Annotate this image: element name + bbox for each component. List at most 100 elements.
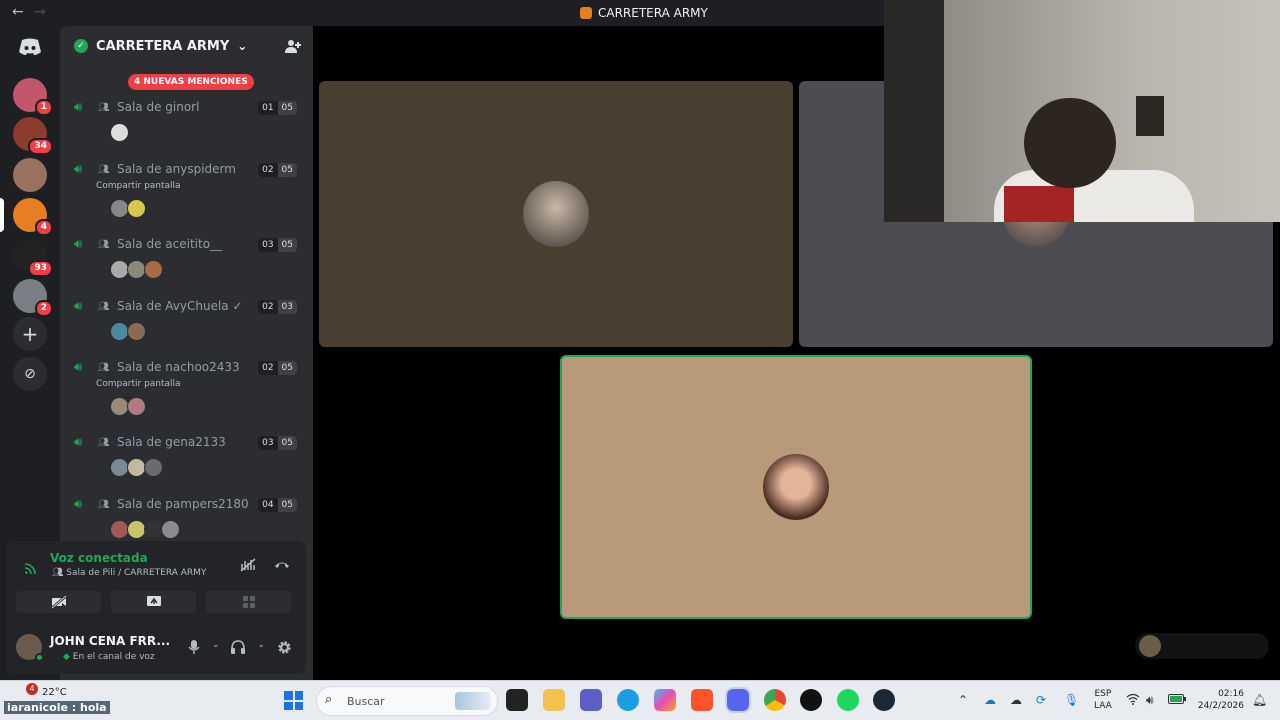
settings-gear-icon[interactable] xyxy=(277,640,292,659)
app-icon[interactable] xyxy=(800,689,822,711)
steam-icon[interactable] xyxy=(873,689,895,711)
avatar[interactable] xyxy=(144,458,163,477)
speaker-icon: 🔊︎ xyxy=(74,162,83,177)
forward-arrow-icon[interactable]: → xyxy=(34,4,46,20)
discord-window: ← → CARRETERA ARMY 1 34 4 93 2 + ⊘ ✓ CAR… xyxy=(0,0,1280,680)
server-icon-5[interactable]: 93 xyxy=(13,239,53,277)
voice-room[interactable]: 🔊︎ 👥︎ Sala de anyspiderm 02 05 Compartir … xyxy=(60,162,313,222)
room-capacity: 03 05 xyxy=(258,238,297,252)
voice-controls xyxy=(240,558,290,576)
activities-button[interactable] xyxy=(206,591,291,613)
search-highlight-image xyxy=(455,692,491,710)
discord-taskbar-icon[interactable] xyxy=(725,687,751,713)
room-count: 02 xyxy=(258,163,278,177)
back-arrow-icon[interactable]: ← xyxy=(12,4,24,20)
webcam-shadow xyxy=(884,0,944,222)
keyboard-language[interactable]: ESP LAA xyxy=(1094,688,1112,712)
server-badge: 1 xyxy=(34,99,53,116)
member-avatars xyxy=(110,260,163,279)
search-icon: ⌕ xyxy=(325,692,333,707)
headphones-icon[interactable] xyxy=(231,640,246,659)
headphones-options-chevron-icon[interactable]: ⌄ xyxy=(257,640,265,659)
avatar[interactable] xyxy=(110,123,129,142)
online-status-dot xyxy=(35,653,44,662)
room-capacity: 04 05 xyxy=(258,498,297,512)
voice-room[interactable]: 🔊︎ 👥︎ Sala de nachoo2433 02 05 Compartir … xyxy=(60,360,313,420)
server-icon-2[interactable]: 34 xyxy=(13,117,53,155)
voice-channel-path[interactable]: 👥︎ Sala de Pili / CARRETERA ARMY xyxy=(52,568,206,578)
voice-status: Voz conectada xyxy=(50,551,148,565)
selected-indicator xyxy=(0,198,4,232)
avatar[interactable] xyxy=(144,260,163,279)
disconnect-icon[interactable] xyxy=(274,558,290,576)
weather-temperature[interactable]: 22°C xyxy=(42,687,67,698)
room-name: Sala de AvyChuela ✓ xyxy=(117,299,243,313)
room-count: 01 xyxy=(258,101,278,115)
room-capacity: 03 05 xyxy=(258,436,297,450)
server-header[interactable]: ✓ CARRETERA ARMY ⌄ xyxy=(60,26,313,66)
room-limit: 03 xyxy=(277,300,297,314)
microphone-icon[interactable] xyxy=(188,640,200,659)
explore-compass-icon[interactable]: ⊘ xyxy=(13,357,47,391)
copilot-icon[interactable] xyxy=(654,689,676,711)
discord-home-icon[interactable] xyxy=(18,38,42,56)
notifications-bell-icon[interactable]: 🔔︎ xyxy=(1252,693,1267,707)
edge-icon[interactable] xyxy=(617,689,639,711)
avatar[interactable] xyxy=(127,322,146,341)
brave-icon[interactable] xyxy=(691,689,713,711)
taskbar-search[interactable]: ⌕ Buscar xyxy=(316,686,498,716)
voice-room[interactable]: 🔊︎ 👥︎ Sala de pampers2180 04 05 xyxy=(60,497,313,547)
file-explorer-icon[interactable] xyxy=(543,689,565,711)
avatar[interactable] xyxy=(127,397,146,416)
window-title-text: CARRETERA ARMY xyxy=(598,6,708,20)
spotify-icon[interactable] xyxy=(837,689,859,711)
wifi-icon[interactable] xyxy=(1126,693,1140,708)
layout-code: LAA xyxy=(1094,701,1112,711)
group-icon: 👥︎ xyxy=(98,363,110,373)
server-icon-1[interactable]: 1 xyxy=(13,78,53,116)
room-capacity: 02 05 xyxy=(258,163,297,177)
server-icon-6[interactable]: 2 xyxy=(13,279,53,317)
voice-room[interactable]: 🔊︎ 👥︎ Sala de gena2133 03 05 xyxy=(60,435,313,485)
volume-icon[interactable]: 🔊︎ xyxy=(1146,693,1154,708)
sync-icon[interactable]: ⟳ xyxy=(1036,693,1046,707)
system-clock[interactable]: 02:16 24/2/2026 xyxy=(1196,688,1244,712)
mic-options-chevron-icon[interactable]: ⌄ xyxy=(212,640,220,659)
windows-start-icon[interactable] xyxy=(284,691,303,710)
participant-tile[interactable] xyxy=(319,81,793,347)
speaker-icon: 🔊︎ xyxy=(74,237,83,252)
username[interactable]: JOHN CENA FRR... xyxy=(50,634,170,648)
server-badge: 4 xyxy=(34,219,53,236)
noise-suppression-icon[interactable] xyxy=(240,558,256,576)
onedrive-icon[interactable]: ☁︎ xyxy=(984,693,996,707)
voice-room[interactable]: 🔊︎ 👥︎ Sala de AvyChuela ✓ 02 03 xyxy=(60,299,313,349)
server-icon-3[interactable] xyxy=(13,158,47,192)
speaking-participant-tile[interactable] xyxy=(560,355,1032,619)
screen-share-label: Compartir pantalla xyxy=(96,379,181,389)
signal-icon[interactable] xyxy=(24,561,38,579)
wall-poster xyxy=(1136,96,1164,136)
tray-overflow-icon[interactable]: ⌃ xyxy=(958,693,968,707)
task-view-icon[interactable] xyxy=(506,689,528,711)
avatar[interactable] xyxy=(161,520,180,539)
screen-share-button[interactable] xyxy=(111,591,196,613)
voice-action-buttons xyxy=(16,591,291,613)
room-count: 02 xyxy=(258,361,278,375)
member-avatars xyxy=(110,520,180,539)
user-status-text: En el canal de voz xyxy=(72,652,155,662)
search-placeholder: Buscar xyxy=(347,695,385,708)
server-icon-4[interactable]: 4 xyxy=(13,198,53,236)
chrome-icon[interactable] xyxy=(764,689,786,711)
voice-room[interactable]: 🔊︎ 👥︎ Sala de aceitito__ 03 05 xyxy=(60,237,313,287)
avatar[interactable] xyxy=(127,199,146,218)
battery-icon[interactable] xyxy=(1168,693,1186,707)
add-server-icon[interactable]: + xyxy=(13,317,47,351)
invite-people-icon[interactable] xyxy=(285,38,301,54)
voice-room[interactable]: 🔊︎ 👥︎ Sala de ginorl 01 05 xyxy=(60,100,313,150)
stream-preview-pill[interactable] xyxy=(1135,633,1269,659)
microphone-tray-icon[interactable]: 🎙︎ xyxy=(1064,693,1079,707)
teams-icon[interactable] xyxy=(580,689,602,711)
cloud-sync-icon[interactable]: ☁︎ xyxy=(1010,693,1022,707)
new-mentions-banner[interactable]: 4 NUEVAS MENCIONES xyxy=(128,74,254,90)
camera-off-button[interactable] xyxy=(16,591,101,613)
